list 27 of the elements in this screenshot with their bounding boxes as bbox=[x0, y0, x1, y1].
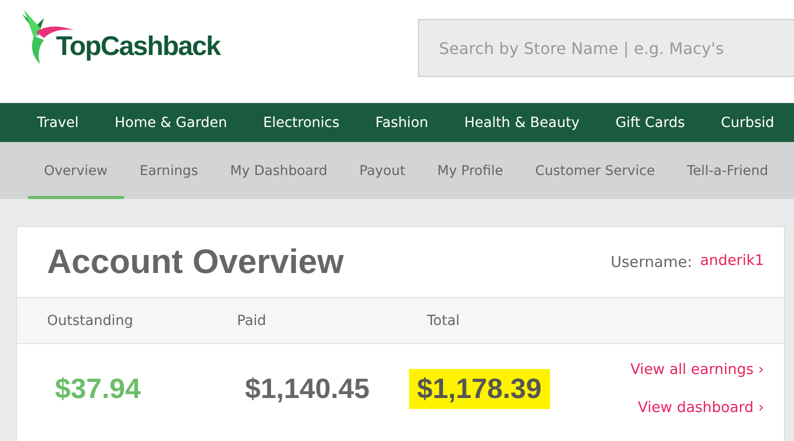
category-link[interactable]: Health & Beauty bbox=[464, 114, 580, 130]
text-link[interactable]: View dashboard › bbox=[638, 400, 764, 416]
account-tab[interactable]: My Profile bbox=[421, 145, 520, 199]
category-link[interactable]: Home & Garden bbox=[114, 114, 228, 130]
amount: $1,140.45 bbox=[245, 373, 370, 404]
column-header: Paid bbox=[237, 312, 268, 328]
search-field[interactable]: Search by Store Name | e.g. Macy's bbox=[418, 19, 794, 77]
amount: $1,178.39 bbox=[417, 373, 542, 404]
category-link[interactable]: Fashion bbox=[375, 114, 428, 130]
category-link[interactable]: Curbsid bbox=[720, 114, 774, 130]
text-link[interactable]: View all earnings › bbox=[630, 362, 764, 378]
account-tab[interactable]: Payout bbox=[343, 145, 422, 199]
account-tab[interactable]: Overview bbox=[28, 145, 124, 199]
username-link[interactable]: anderik1 bbox=[700, 253, 764, 271]
account-tab[interactable]: Earnings bbox=[124, 145, 214, 199]
account-tab[interactable]: Customer Service bbox=[519, 145, 671, 199]
column-header: Outstanding bbox=[47, 312, 134, 328]
category-link[interactable]: Electronics bbox=[263, 114, 340, 130]
username-label: Username: bbox=[610, 253, 692, 271]
column-header: Total bbox=[427, 312, 461, 328]
amount: $37.94 bbox=[55, 373, 141, 404]
logo[interactable]: TopCashback bbox=[14, 8, 220, 64]
account-tab[interactable]: My Dashboard bbox=[214, 145, 344, 199]
account-tab[interactable]: Tell-a-Friend bbox=[670, 145, 784, 199]
category-link[interactable]: Travel bbox=[37, 114, 79, 130]
page-title: Account Overview bbox=[47, 242, 344, 282]
category-link[interactable]: Gift Cards bbox=[616, 114, 685, 130]
